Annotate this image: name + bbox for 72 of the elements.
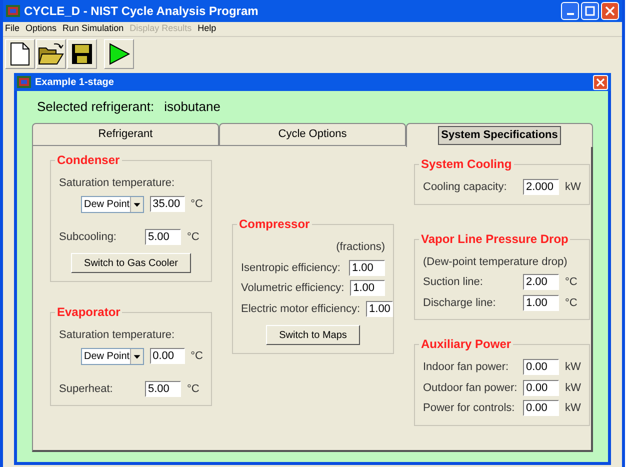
maximize-icon [585,6,595,16]
switch-button[interactable]: Switch to Maps [266,325,360,345]
unit-label: °C [190,196,203,212]
close-icon [605,6,615,16]
minimize-icon [566,13,574,15]
close-button[interactable] [593,74,608,90]
toolbar-button[interactable] [104,38,134,68]
close-icon [596,78,605,86]
field-label: Indoor fan power: [423,360,510,375]
field-label: Discharge line: [423,296,497,310]
app-icon [6,5,20,17]
menu-item[interactable]: Help [198,22,216,36]
tab[interactable]: Refrigerant [32,123,219,145]
field-label: Subcooling: [59,230,118,244]
unit-label: kW [565,380,581,396]
field-label: Electric motor efficiency: [241,302,360,316]
field-label: Superheat: [59,382,114,396]
menu-item[interactable]: File [5,22,20,36]
unit-label: kW [565,180,581,195]
text-field[interactable]: 1.00 [349,260,385,276]
text-field[interactable]: 0.00 [523,359,559,376]
unit-label: kW [565,401,581,416]
switch-button[interactable]: Switch to Gas Cooler [71,253,191,273]
tab[interactable]: Cycle Options [219,123,406,145]
open-folder-icon [38,42,64,66]
toolbar-button[interactable] [5,38,35,68]
field-label: Isentropic efficiency: [241,260,342,276]
tab[interactable]: System Specifications [406,123,593,147]
app-icon [17,76,31,88]
toolbar-button[interactable] [36,38,66,68]
note-text: (fractions) [336,240,385,255]
group-title: Auxiliary Power [419,336,514,352]
minimize-button[interactable] [561,2,579,20]
text-field[interactable]: 1.00 [523,294,559,311]
refrigerant-label: Selected refrigerant: [37,98,154,116]
field-label: Volumetric efficiency: [241,281,344,296]
play-icon [107,42,131,66]
maximize-button[interactable] [581,2,599,20]
unit-label: °C [187,382,200,396]
dropdown[interactable]: Dew Point [81,196,144,212]
text-field[interactable]: 0.00 [150,348,185,364]
text-field[interactable]: 5.00 [145,228,181,245]
group-title: System Cooling [419,156,514,172]
toolbar-button[interactable] [67,38,97,68]
field-label: Power for controls: [423,401,516,416]
unit-label: °C [565,296,578,310]
unit-label: °C [190,348,203,364]
text-field[interactable]: 0.00 [523,380,560,396]
text-field[interactable]: 2.000 [523,179,559,196]
new-document-icon [10,42,30,66]
caption-text: (Dew-point temperature drop) [423,254,568,270]
text-field[interactable]: 5.00 [145,380,181,397]
caption-text: Saturation temperature: [59,176,176,191]
menu-item[interactable]: Options [26,22,57,36]
unit-label: °C [565,275,578,290]
dropdown[interactable]: Dew Point [81,348,144,364]
field-label: Cooling capacity: [423,180,508,195]
text-field[interactable]: 1.00 [350,280,385,296]
text-field[interactable]: 35.00 [150,196,185,212]
window-title: CYCLE_D - NIST Cycle Analysis Program [24,3,260,20]
text-field[interactable]: 0.00 [523,400,559,416]
unit-label: kW [565,360,581,375]
text-field[interactable]: 1.00 [366,300,394,317]
caption-text: Saturation temperature: [59,328,176,343]
document-title: Example 1-stage [35,76,115,90]
unit-label: °C [187,230,200,244]
text-field[interactable]: 2.00 [523,274,559,290]
refrigerant-name: isobutane [164,98,220,116]
field-label: Outdoor fan power: [423,380,518,396]
close-button[interactable] [601,2,619,20]
menu-item[interactable]: Run Simulation [62,22,124,36]
field-label: Suction line: [423,275,484,290]
